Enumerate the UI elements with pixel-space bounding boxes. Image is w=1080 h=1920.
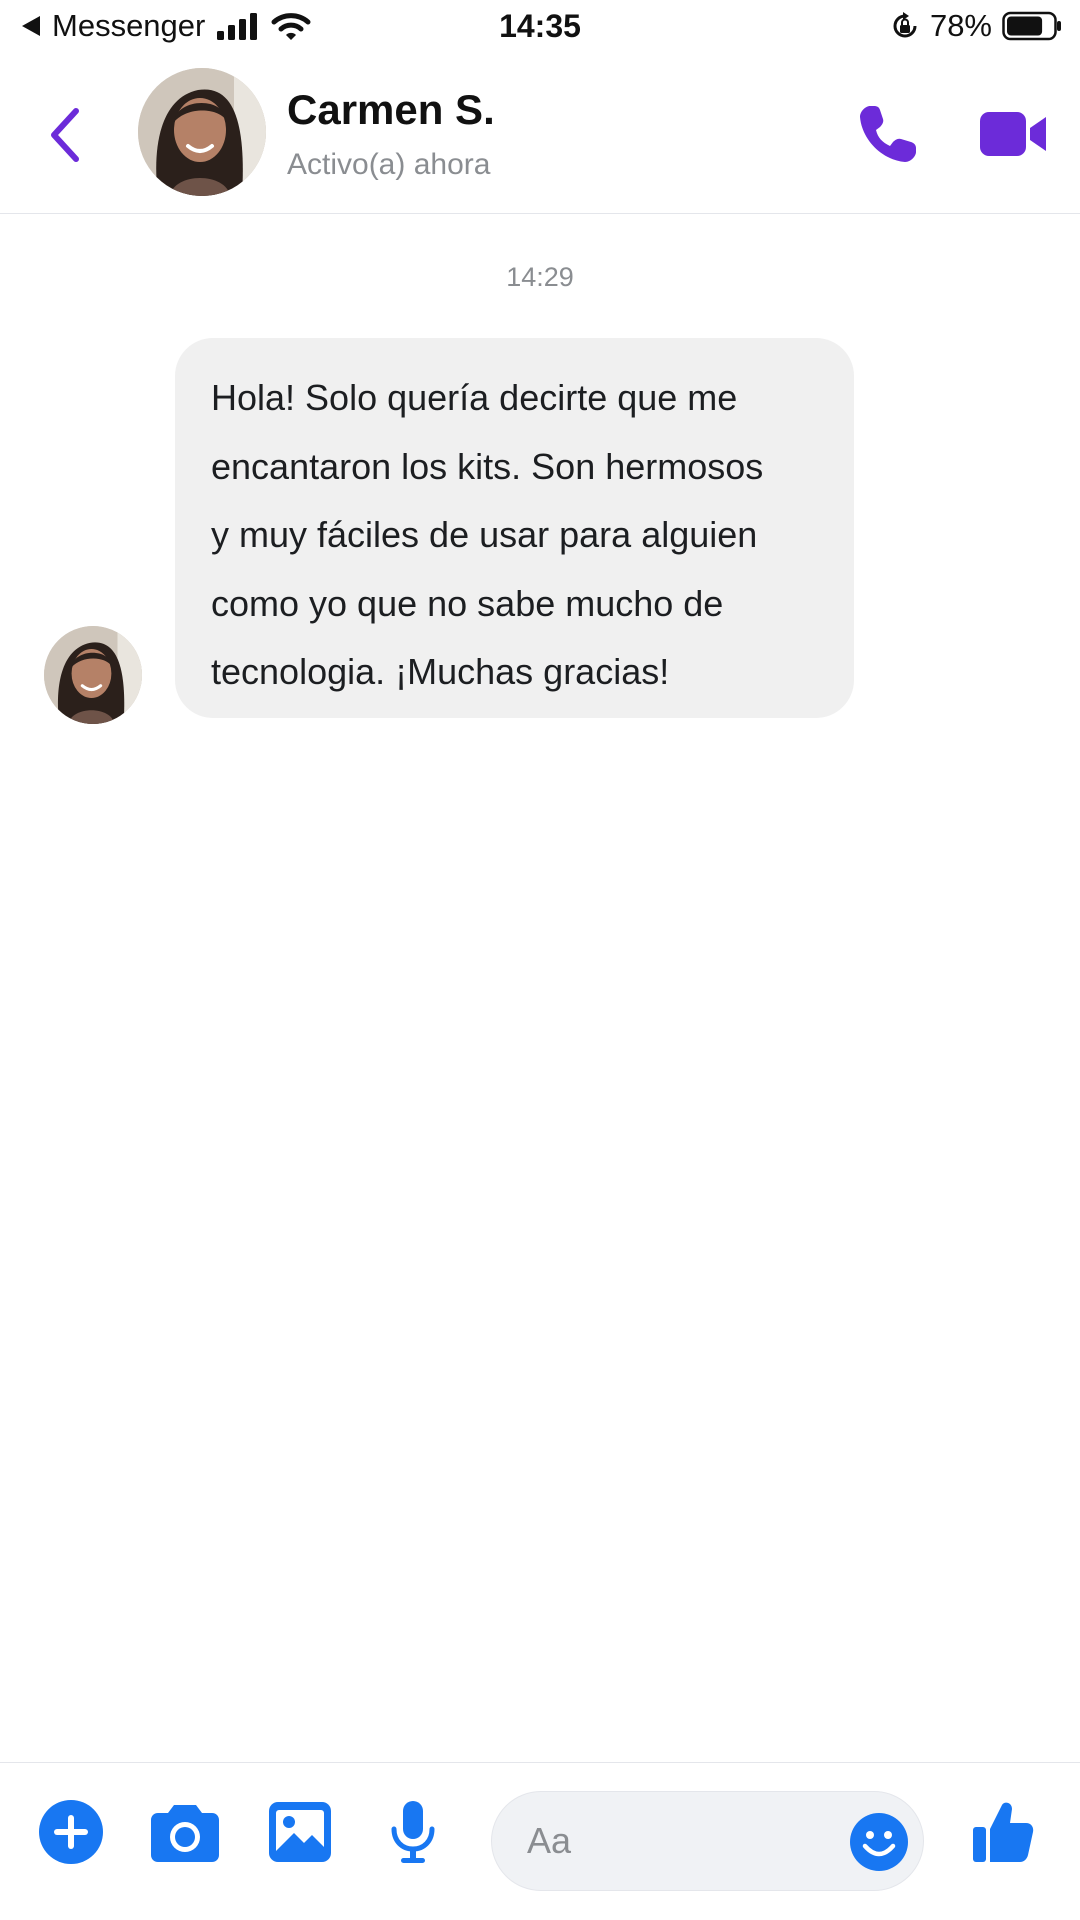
- camera-button[interactable]: [150, 1799, 220, 1865]
- message-sender-avatar[interactable]: [44, 626, 142, 724]
- voice-message-button[interactable]: [388, 1799, 438, 1865]
- chevron-left-icon: [51, 108, 79, 162]
- phone-icon: [860, 106, 916, 162]
- contact-name[interactable]: Carmen S.: [287, 86, 495, 134]
- image-icon: [269, 1802, 331, 1862]
- status-right: 78%: [890, 8, 1062, 44]
- avatar-photo: [138, 68, 266, 196]
- back-button[interactable]: [40, 100, 90, 170]
- contact-status: Activo(a) ahora: [287, 148, 491, 181]
- smiley-icon: [850, 1813, 908, 1871]
- emoji-button[interactable]: [849, 1812, 909, 1872]
- message-text: Hola! Solo quería decirte que me encanta…: [211, 377, 764, 692]
- call-button[interactable]: [856, 102, 920, 166]
- gallery-button[interactable]: [268, 1799, 332, 1865]
- contact-avatar[interactable]: [138, 68, 266, 196]
- status-bar: Messenger 14:35 78%: [0, 0, 1080, 56]
- battery-percent: 78%: [929, 8, 992, 43]
- message-timestamp: 14:29: [506, 262, 574, 292]
- message-input[interactable]: [527, 1820, 817, 1862]
- more-actions-button[interactable]: [38, 1799, 104, 1865]
- video-call-button[interactable]: [976, 104, 1050, 164]
- rotation-lock-icon: [893, 12, 917, 38]
- video-camera-icon: [980, 112, 1046, 156]
- chat-header: Carmen S. Activo(a) ahora: [0, 56, 1080, 214]
- message-input-field[interactable]: [491, 1791, 924, 1891]
- like-button[interactable]: [970, 1799, 1036, 1865]
- messenger-chat-screen: Messenger 14:35 78% Carmen S. Activo(a) …: [0, 0, 1080, 1920]
- plus-icon: [39, 1800, 103, 1864]
- microphone-icon: [391, 1801, 435, 1863]
- thumbs-up-icon: [973, 1802, 1034, 1862]
- message-composer: [0, 1762, 1080, 1920]
- incoming-message-bubble[interactable]: Hola! Solo quería decirte que me encanta…: [175, 338, 854, 718]
- battery-icon: [1002, 11, 1061, 41]
- camera-icon: [151, 1805, 219, 1862]
- avatar-photo: [44, 626, 142, 724]
